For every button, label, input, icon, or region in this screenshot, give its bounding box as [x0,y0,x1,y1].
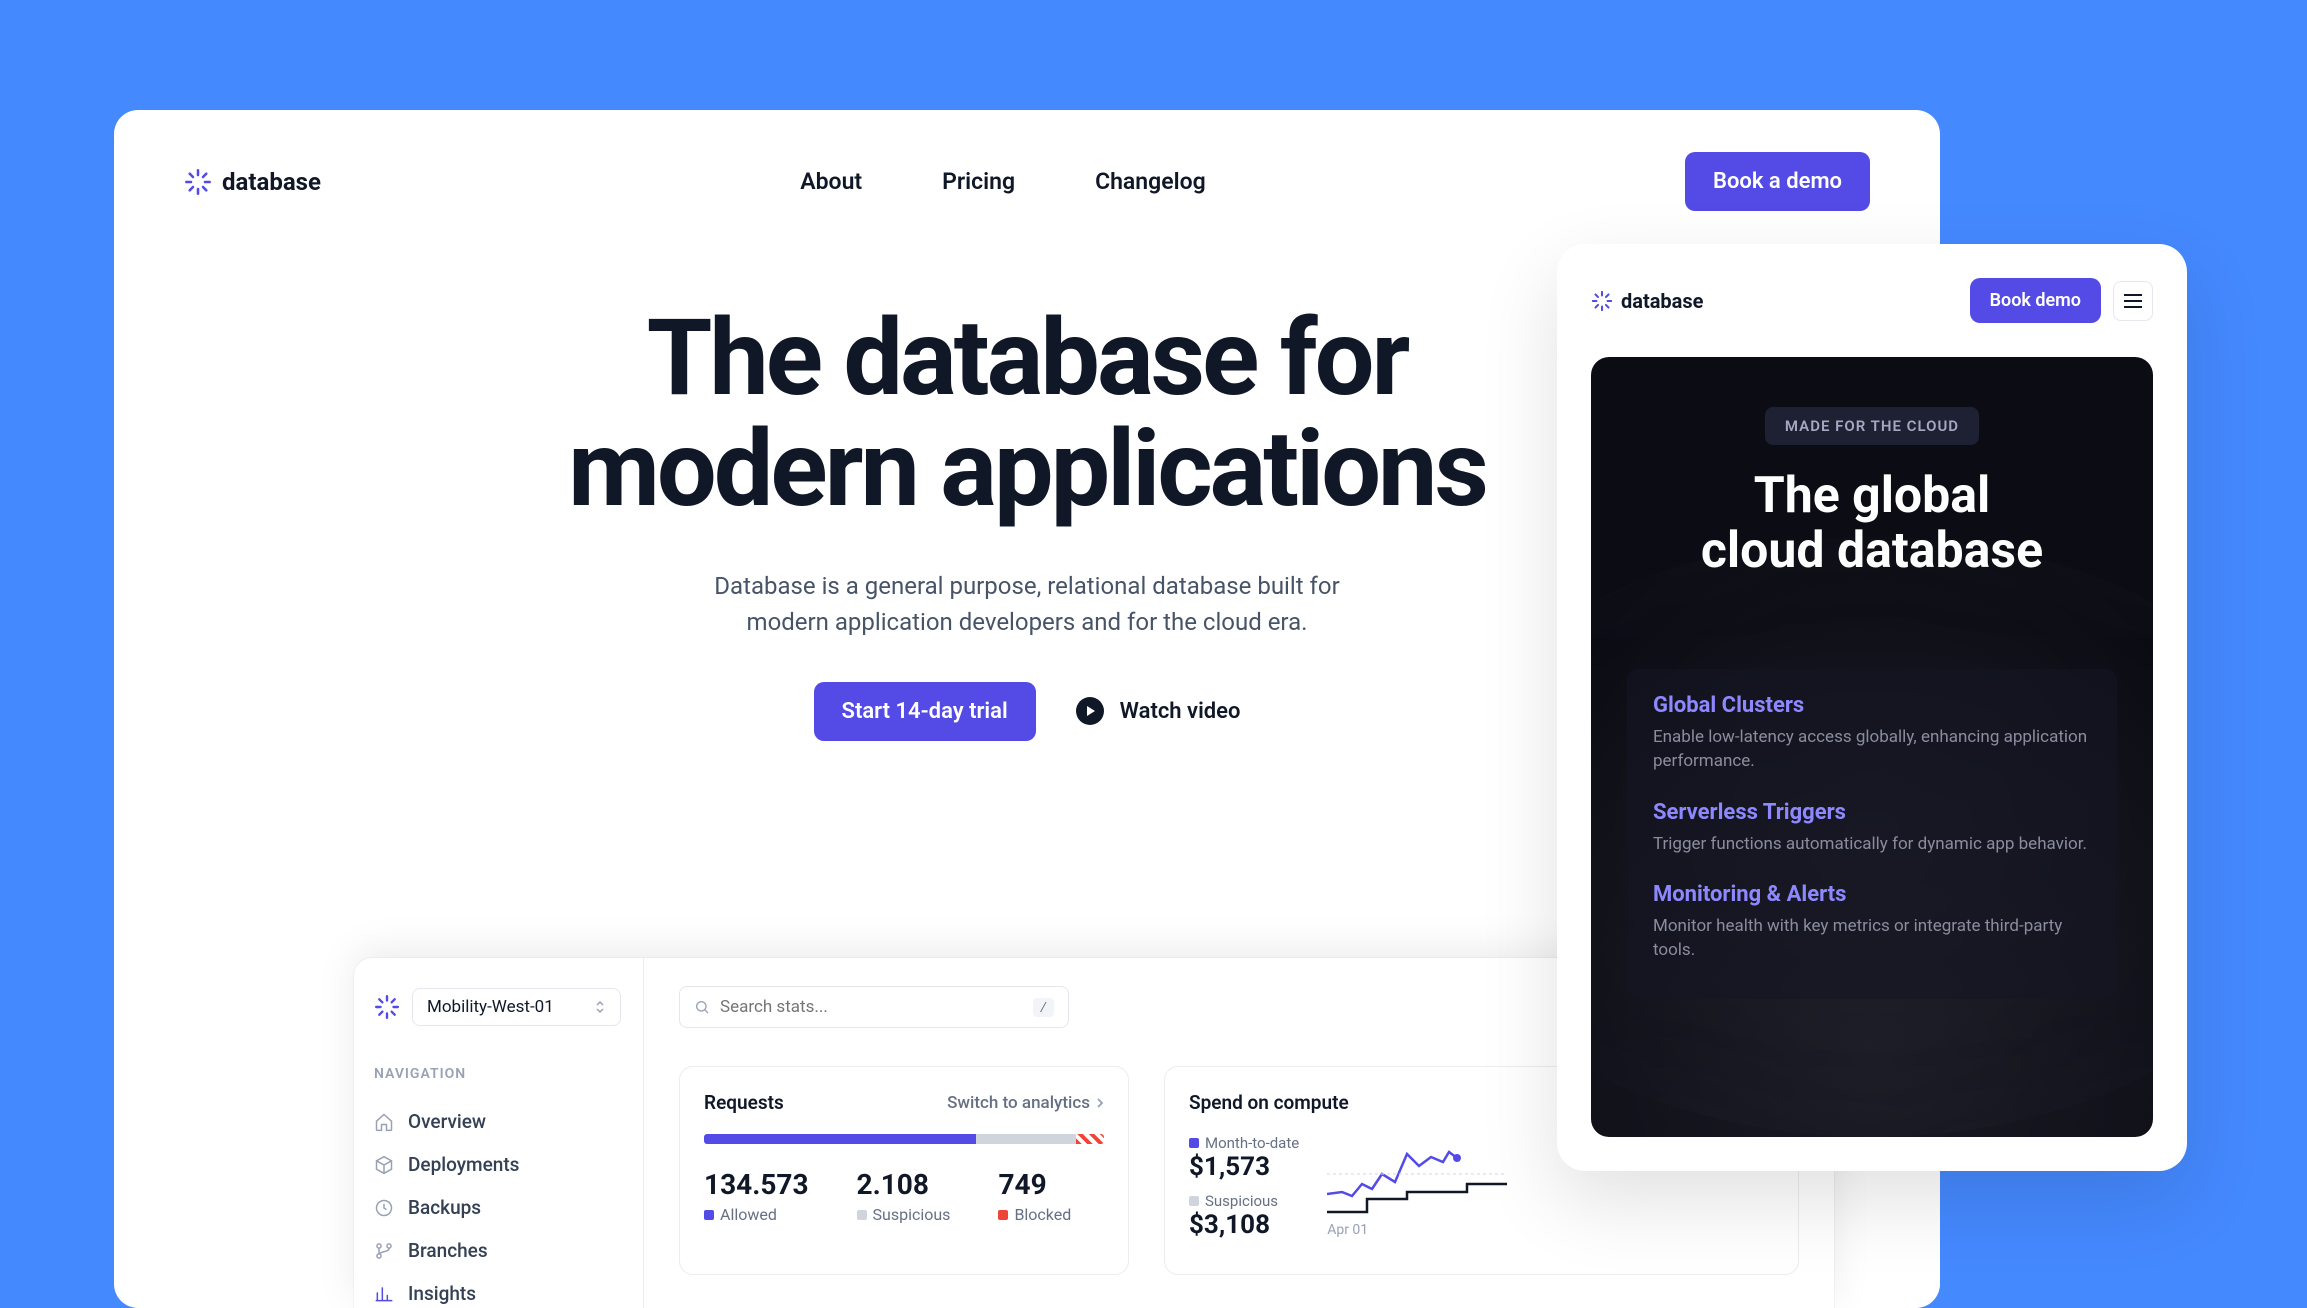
watch-video-label: Watch video [1120,699,1241,724]
mobile-dark-section: MADE FOR THE CLOUD The global cloud data… [1591,357,2153,1137]
metric-blocked: 749 Blocked [998,1168,1071,1224]
logo-icon [374,994,400,1020]
spend-label: Suspicious [1205,1192,1278,1210]
sidebar-item-label: Backups [408,1196,481,1219]
dot-icon [857,1210,867,1220]
search-shortcut: / [1033,998,1054,1017]
requests-bar [704,1134,1104,1144]
chevron-right-icon [1096,1097,1104,1109]
sidebar-item-label: Overview [408,1110,486,1133]
dot-icon [998,1210,1008,1220]
logo-text: database [222,168,321,196]
sidebar-item-deployments[interactable]: Deployments [374,1143,623,1186]
sidebar-item-branches[interactable]: Branches [374,1229,623,1272]
play-icon [1076,697,1104,725]
dot-icon [1189,1196,1199,1206]
feature-item[interactable]: Monitoring & Alerts Monitor health with … [1653,882,2091,963]
feature-title: Serverless Triggers [1653,800,2091,825]
metric-value: 134.573 [704,1168,809,1201]
metric-label: Blocked [1014,1205,1071,1224]
nav-label: NAVIGATION [374,1066,623,1082]
start-trial-button[interactable]: Start 14-day trial [814,682,1036,741]
cube-icon [374,1155,394,1175]
project-name: Mobility-West-01 [427,997,554,1017]
feature-title: Global Clusters [1653,693,2091,718]
chart-date: Apr 01 [1327,1222,1774,1238]
clock-icon [374,1198,394,1218]
requests-card: Requests Switch to analytics 134.573 All… [679,1066,1129,1275]
mobile-title-line2: cloud database [1701,522,2043,580]
mobile-title-line1: The global [1754,467,1991,525]
book-demo-button[interactable]: Book a demo [1685,152,1870,211]
sidebar-item-backups[interactable]: Backups [374,1186,623,1229]
mobile-logo-text: database [1621,289,1703,313]
feature-item[interactable]: Serverless Triggers Trigger functions au… [1653,800,2091,857]
home-icon [374,1112,394,1132]
mobile-preview: database Book demo MADE FOR THE CLOUD Th… [1557,244,2187,1171]
mobile-logo[interactable]: database [1591,289,1703,313]
sparkline-chart [1327,1134,1507,1214]
search-input[interactable]: / [679,986,1069,1028]
metric-value: 749 [998,1168,1071,1201]
mobile-title: The global cloud database [1627,469,2117,579]
project-selector[interactable]: Mobility-West-01 [374,988,623,1026]
feature-item[interactable]: Global Clusters Enable low-latency acces… [1653,693,2091,774]
spend-label: Month-to-date [1205,1134,1299,1152]
spend-value: $1,573 [1189,1152,1299,1182]
logo[interactable]: database [184,168,321,196]
metric-allowed: 134.573 Allowed [704,1168,809,1224]
logo-icon [184,168,212,196]
nav-pricing[interactable]: Pricing [942,168,1015,195]
metric-suspicious: 2.108 Suspicious [857,1168,951,1224]
feature-desc: Trigger functions automatically for dyna… [1653,833,2091,857]
nav-changelog[interactable]: Changelog [1095,168,1206,195]
chevron-sort-icon [594,999,606,1015]
sidebar-item-label: Insights [408,1282,476,1305]
menu-button[interactable] [2113,281,2153,321]
search-field[interactable] [720,997,1023,1017]
branch-icon [374,1241,394,1261]
feature-title: Monitoring & Alerts [1653,882,2091,907]
sidebar-item-insights[interactable]: Insights [374,1272,623,1308]
nav: About Pricing Changelog [800,168,1205,195]
logo-icon [1591,290,1613,312]
card-title: Requests [704,1091,784,1114]
header: database About Pricing Changelog Book a … [114,110,1940,253]
mobile-book-demo-button[interactable]: Book demo [1970,278,2101,323]
feature-desc: Enable low-latency access globally, enha… [1653,726,2091,774]
hero-subtitle-line1: Database is a general purpose, relationa… [714,572,1339,600]
metric-label: Suspicious [873,1205,951,1224]
metric-label: Allowed [720,1205,777,1224]
switch-analytics-link[interactable]: Switch to analytics [947,1093,1104,1113]
feature-desc: Monitor health with key metrics or integ… [1653,915,2091,963]
card-link-label: Switch to analytics [947,1093,1090,1113]
badge: MADE FOR THE CLOUD [1765,407,1979,445]
nav-about[interactable]: About [800,168,862,195]
sidebar-item-label: Deployments [408,1153,519,1176]
menu-icon [2124,294,2142,308]
sidebar-item-label: Branches [408,1239,488,1262]
dot-icon [1189,1138,1199,1148]
dot-icon [704,1210,714,1220]
watch-video-button[interactable]: Watch video [1076,697,1241,725]
hero-title-line1: The database for [647,296,1408,420]
features-list: Global Clusters Enable low-latency acces… [1627,669,2117,999]
metric-value: 2.108 [857,1168,951,1201]
sidebar-item-overview[interactable]: Overview [374,1100,623,1143]
spend-value: $3,108 [1189,1210,1299,1240]
card-title: Spend on compute [1189,1091,1349,1114]
chart-icon [374,1284,394,1304]
search-icon [694,999,710,1015]
hero-subtitle-line2: modern application developers and for th… [747,608,1308,636]
hero-title-line2: modern applications [568,407,1486,531]
sidebar: Mobility-West-01 NAVIGATION Overview Dep… [354,958,644,1308]
